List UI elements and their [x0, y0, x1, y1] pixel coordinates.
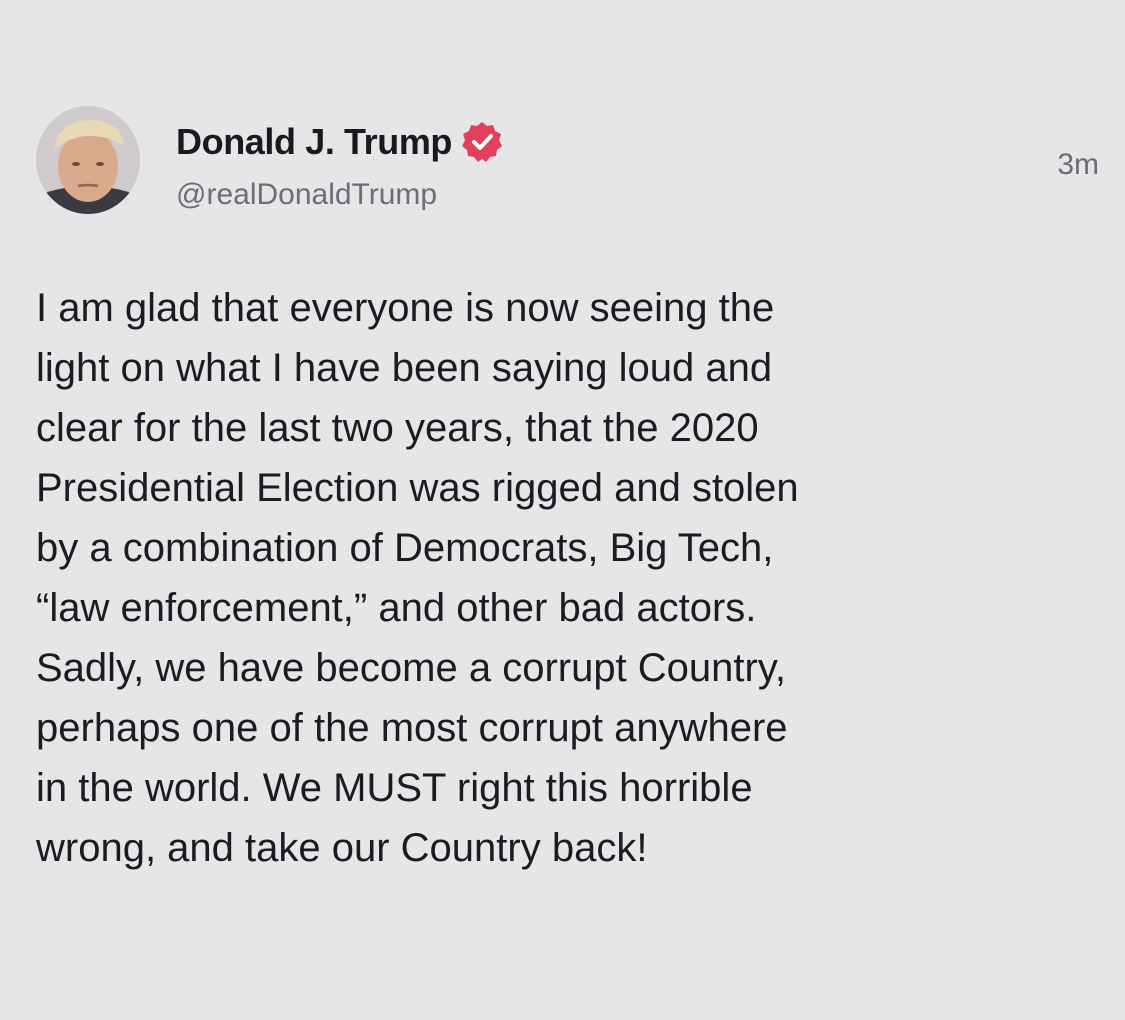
post-text-line: I am glad that everyone is now seeing th…: [36, 286, 775, 330]
post-text-line: wrong, and take our Country back!: [36, 826, 648, 870]
post-text-line: Presidential Election was rigged and sto…: [36, 466, 799, 510]
post-text-line: perhaps one of the most corrupt anywhere: [36, 706, 788, 750]
post-text-line: light on what I have been saying loud an…: [36, 346, 773, 390]
post-text-line: in the world. We MUST right this horribl…: [36, 766, 753, 810]
post-text-line: Sadly, we have become a corrupt Country,: [36, 646, 786, 690]
profile-photo-icon: [36, 106, 140, 214]
author-display-name[interactable]: Donald J. Trump: [176, 121, 452, 163]
post-text-line: “law enforcement,” and other bad actors.: [36, 586, 757, 630]
author-name-row: Donald J. Trump: [176, 120, 504, 164]
post-text-line: by a combination of Democrats, Big Tech,: [36, 526, 774, 570]
author-avatar[interactable]: [36, 106, 140, 214]
verified-badge-icon: [460, 120, 504, 164]
author-handle[interactable]: @realDonaldTrump: [176, 178, 437, 212]
post-timestamp[interactable]: 3m: [1057, 148, 1099, 182]
post-text-line: clear for the last two years, that the 2…: [36, 406, 759, 450]
post-card: Donald J. Trump @realDonaldTrump 3m I am…: [0, 0, 1125, 1020]
post-text: I am glad that everyone is now seeing th…: [36, 278, 1106, 878]
